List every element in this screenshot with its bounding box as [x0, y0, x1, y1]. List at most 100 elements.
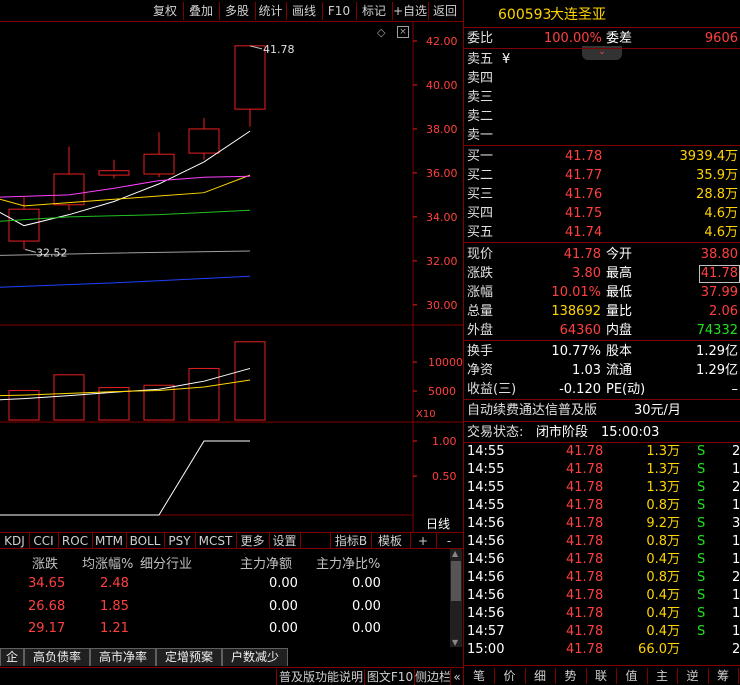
tick-count: 3 [732, 516, 740, 531]
tick-side: S [697, 570, 706, 585]
buy-volume: 28.8万 [696, 187, 738, 202]
quote-row: 总量 138692 量比 2.06 [464, 302, 740, 321]
tab-psy[interactable]: PSY [164, 533, 196, 549]
detail-tab[interactable]: 逆 [678, 668, 709, 684]
ad-text[interactable]: 自动续费通达信普及版 [467, 401, 597, 420]
indicator-line [0, 440, 250, 516]
detail-tab[interactable]: 细 [525, 668, 556, 684]
help-link[interactable]: 普及版功能说明 [276, 669, 365, 685]
quote-label: 外盘 [467, 323, 494, 338]
buy-volume: 3939.4万 [679, 149, 739, 164]
tab-cci[interactable]: CCI [29, 533, 59, 549]
volume-axis-label: 5000 [428, 385, 456, 398]
kline-chart[interactable]: 42.00 40.00 38.00 36.00 34.00 32.00 30.00 41.78… [0, 0, 463, 532]
weicha-value: 9606 [704, 31, 738, 46]
price-axis-label: 42.00 [426, 35, 458, 48]
price-axis-label: 40.00 [426, 79, 458, 92]
stat-value: 1.29亿 [696, 363, 738, 378]
scroll-up-icon[interactable]: ▲ [452, 549, 458, 558]
candle-body [143, 153, 175, 175]
trade-status-time: 15:00:03 [601, 425, 660, 440]
buy-row: 买四 41.75 4.6万 [464, 204, 740, 223]
capital-flow-table: 涨跌 均涨幅% 细分行业 主力净额 主力净比% 34.65 2.48 0.00 … [0, 549, 463, 647]
tick-time: 15:00 [467, 642, 505, 657]
tick-time: 14:56 [467, 534, 505, 549]
stat-label: PE(动) [606, 382, 646, 397]
scroll-thumb[interactable] [451, 561, 461, 601]
buy-price: 41.74 [565, 225, 603, 240]
quote-label: 涨幅 [467, 285, 494, 300]
tick-side: S [697, 480, 706, 495]
tab-settings[interactable]: 设置 [269, 533, 301, 549]
detail-tab[interactable]: 联 [586, 668, 617, 684]
tick-row: 14:55 41.78 1.3万 S 1 [464, 461, 740, 479]
tab-boll[interactable]: BOLL [126, 533, 165, 549]
tick-time: 14:56 [467, 570, 505, 585]
detail-tab[interactable]: 主 [647, 668, 678, 684]
board-tab[interactable]: 高市净率 [90, 648, 156, 666]
tab-kdj[interactable]: KDJ [0, 533, 30, 549]
detail-tab[interactable]: 笔 [464, 668, 495, 684]
tick-count: 1 [732, 624, 740, 639]
indicator-b-button[interactable]: 指标B [330, 533, 372, 549]
stat-value: -0.120 [559, 382, 601, 397]
diamond-icon[interactable]: ◇ [377, 26, 385, 39]
board-tab[interactable]: 高负债率 [24, 648, 90, 666]
sell-label: 卖五 [467, 52, 494, 67]
tab-mtm[interactable]: MTM [92, 533, 127, 549]
moving-average-line [0, 175, 251, 198]
sidebar-link[interactable]: 侧边栏 [414, 669, 451, 685]
detail-tabs: 笔价细势联值主逆筹 [464, 666, 740, 685]
detail-tab[interactable]: 势 [556, 668, 587, 684]
sell-label: 卖二 [467, 109, 494, 124]
detail-tab[interactable]: 价 [495, 668, 526, 684]
scroll-down-icon[interactable]: ▼ [452, 638, 458, 647]
tick-count: 1 [732, 606, 740, 621]
ad-price[interactable]: 30元/月 [634, 401, 681, 420]
close-icon[interactable]: × [397, 26, 409, 38]
tab-more[interactable]: 更多 [236, 533, 270, 549]
ad-row[interactable]: 自动续费通达信普及版 30元/月 [464, 401, 740, 420]
quote-value: 74332 [696, 323, 738, 338]
sell-row-1: 卖一 [464, 126, 740, 145]
tick-side: S [697, 606, 706, 621]
board-tab[interactable]: 企 [0, 648, 24, 666]
quote-row: 现价 41.78 今开 38.80 [464, 245, 740, 264]
quote-value: 10.01% [551, 285, 601, 300]
detail-tab[interactable]: 筹 [708, 668, 739, 684]
f10-link[interactable]: 图文F10 [364, 669, 415, 685]
add-indicator-button[interactable]: + [410, 533, 437, 549]
tick-row: 14:55 41.78 1.3万 S 2 [464, 443, 740, 461]
tick-volume: 0.4万 [646, 606, 680, 621]
tick-price: 41.78 [566, 444, 604, 459]
detail-tab[interactable]: 值 [617, 668, 648, 684]
tab-mcst[interactable]: MCST [195, 533, 237, 549]
price-axis-label: 36.00 [426, 167, 458, 180]
candle-body [98, 170, 130, 176]
tick-count: 1 [732, 534, 740, 549]
quote-label: 量比 [606, 304, 633, 319]
expand-icon[interactable]: « [450, 669, 463, 685]
tab-roc[interactable]: ROC [58, 533, 93, 549]
tick-row: 14:55 41.78 0.8万 S 1 [464, 497, 740, 515]
tick-volume: 1.3万 [646, 444, 680, 459]
scrollbar[interactable]: ▲ ▼ [450, 549, 462, 647]
board-tab[interactable]: 户数减少 [222, 648, 288, 666]
sell-label: 卖三 [467, 90, 494, 105]
remove-indicator-button[interactable]: - [436, 533, 462, 549]
tick-count: 1 [732, 552, 740, 567]
buy-volume: 35.9万 [696, 168, 738, 183]
tick-count: 1 [732, 462, 740, 477]
board-tab[interactable]: 定增预案 [156, 648, 222, 666]
tick-side: S [697, 588, 706, 603]
stock-code: 600593 [498, 7, 552, 23]
low-label: 32.52 [36, 246, 68, 259]
price-axis-label: 34.00 [426, 211, 458, 224]
table-cell: 0.00 [352, 599, 381, 614]
table-cell: 0.00 [269, 621, 298, 636]
stat-label: 收益(三) [467, 382, 517, 397]
period-label: 日线 [426, 517, 450, 531]
table-cell: 2.48 [100, 576, 129, 591]
tick-side: S [697, 462, 706, 477]
template-button[interactable]: 模板 [370, 533, 411, 549]
